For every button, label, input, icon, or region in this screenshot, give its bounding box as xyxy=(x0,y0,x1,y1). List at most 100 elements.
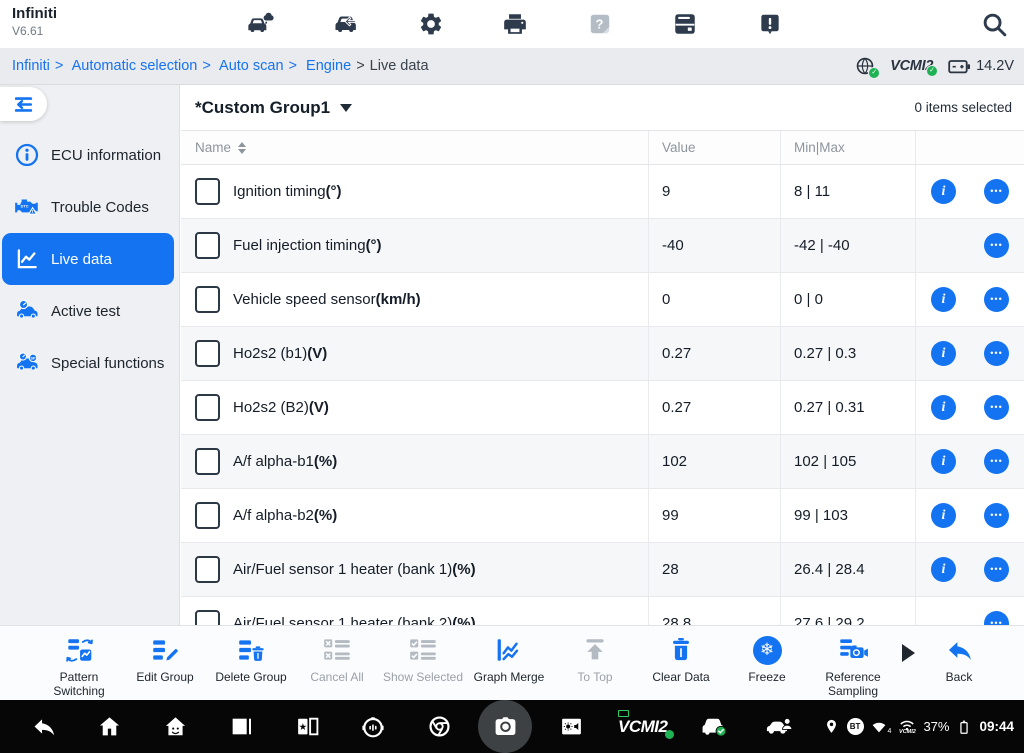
row-checkbox[interactable] xyxy=(195,394,220,421)
info-icon: i xyxy=(942,185,946,199)
more-options-button[interactable]: ••• xyxy=(984,233,1009,258)
parameter-minmax: -42 | -40 xyxy=(780,219,915,272)
sidebar-item-label: ECU information xyxy=(51,147,161,164)
show-selected-icon xyxy=(407,633,439,667)
info-button[interactable]: i xyxy=(931,449,956,474)
network-status: ✓ xyxy=(855,56,875,76)
row-checkbox[interactable] xyxy=(195,286,220,313)
sidebar-item[interactable]: Active test xyxy=(0,285,180,337)
breadcrumb-link[interactable]: Engine xyxy=(306,58,351,74)
table-row[interactable]: Vehicle speed sensor(km/h) 0 0 | 0 i ••• xyxy=(181,273,1024,327)
toolbar-button-label: Cancel All xyxy=(310,670,363,684)
delete-group-icon xyxy=(235,633,267,667)
sidebar-item[interactable]: Live data xyxy=(2,233,174,285)
vehicle-swap-icon[interactable] xyxy=(328,9,364,39)
info-button[interactable]: i xyxy=(931,503,956,528)
more-options-button[interactable]: ••• xyxy=(984,557,1009,582)
nav-assistant-icon[interactable] xyxy=(350,707,396,747)
more-options-button[interactable]: ••• xyxy=(984,611,1009,625)
table-row[interactable]: Air/Fuel sensor 1 heater (bank 2)(%) 28.… xyxy=(181,597,1024,625)
row-checkbox[interactable] xyxy=(195,232,220,259)
more-options-button[interactable]: ••• xyxy=(984,449,1009,474)
toolbar-button[interactable]: Pattern Switching xyxy=(36,633,122,699)
info-button[interactable]: i xyxy=(931,179,956,204)
nav-car-person-icon[interactable] xyxy=(757,707,803,747)
sidebar-item[interactable]: SP Special functions xyxy=(0,337,180,389)
breadcrumb-separator: > xyxy=(55,58,63,74)
vehicle-cloud-icon[interactable] xyxy=(243,9,279,39)
more-options-button[interactable]: ••• xyxy=(984,341,1009,366)
back-button[interactable]: Back xyxy=(916,633,1002,684)
row-checkbox[interactable] xyxy=(195,448,220,475)
table-row[interactable]: Air/Fuel sensor 1 heater (bank 1)(%) 28 … xyxy=(181,543,1024,597)
navbar-vci-app[interactable]: VCMI2 xyxy=(618,717,667,737)
table-row[interactable]: Fuel injection timing(°) -40 -42 | -40 i… xyxy=(181,219,1024,273)
live-data-table: Ignition timing(°) 9 8 | 11 i ••• xyxy=(181,165,1024,625)
group-selector[interactable]: *Custom Group1 xyxy=(195,98,352,118)
nav-home-icon[interactable] xyxy=(86,707,132,747)
table-row[interactable]: A/f alpha-b1(%) 102 102 | 105 i ••• xyxy=(181,435,1024,489)
table-row[interactable]: A/f alpha-b2(%) 99 99 | 103 i ••• xyxy=(181,489,1024,543)
toolbar-button[interactable]: Edit Group xyxy=(122,633,208,684)
breadcrumb-link[interactable]: Infiniti xyxy=(12,58,50,74)
row-checkbox[interactable] xyxy=(195,178,220,205)
help-icon[interactable]: ? xyxy=(582,9,618,39)
info-button[interactable]: i xyxy=(931,557,956,582)
sidebar-collapse-button[interactable] xyxy=(0,87,47,121)
sidebar-item[interactable]: ECU information xyxy=(0,129,180,181)
ellipsis-icon: ••• xyxy=(990,241,1002,250)
nav-camera-icon[interactable] xyxy=(478,700,532,753)
info-button[interactable]: i xyxy=(931,287,956,312)
more-options-button[interactable]: ••• xyxy=(984,287,1009,312)
row-checkbox[interactable] xyxy=(195,556,220,583)
more-options-button[interactable]: ••• xyxy=(984,179,1009,204)
status-cluster: BT 4 VCMI2 37% 09:44 xyxy=(823,718,1014,736)
data-save-icon[interactable] xyxy=(667,9,703,39)
nav-back-icon[interactable] xyxy=(20,707,66,747)
search-icon[interactable] xyxy=(981,11,1008,38)
svg-text:DTC: DTC xyxy=(21,203,29,208)
row-checkbox[interactable] xyxy=(195,610,220,625)
battery-v-icon xyxy=(956,719,972,735)
info-button[interactable]: i xyxy=(931,395,956,420)
toolbar-button[interactable]: Clear Data xyxy=(638,633,724,684)
parameter-value: 0 xyxy=(648,273,780,326)
ellipsis-icon: ••• xyxy=(990,565,1002,574)
toolbar-expand-arrow-icon[interactable] xyxy=(902,644,915,662)
nav-car-check-icon[interactable] xyxy=(691,707,737,747)
nav-chrome-icon[interactable] xyxy=(416,707,462,747)
parameter-minmax: 0.27 | 0.31 xyxy=(780,381,915,434)
chevron-down-icon xyxy=(340,104,352,112)
breadcrumb-item: Engine> xyxy=(306,58,351,74)
parameter-value: 102 xyxy=(648,435,780,488)
toolbar-button[interactable]: Cancel All xyxy=(294,633,380,684)
toolbar-button[interactable]: Show Selected xyxy=(380,633,466,684)
info-button[interactable]: i xyxy=(931,341,956,366)
toolbar-button[interactable]: ❄ Freeze xyxy=(724,633,810,684)
nav-recents-icon[interactable] xyxy=(218,707,264,747)
toolbar-button[interactable]: Graph Merge xyxy=(466,633,552,684)
parameter-value: 9 xyxy=(648,165,780,218)
sidebar-item[interactable]: DTC! Trouble Codes xyxy=(0,181,180,233)
nav-display-icon[interactable] xyxy=(548,707,594,747)
settings-gear-icon[interactable] xyxy=(413,9,449,39)
more-options-button[interactable]: ••• xyxy=(984,503,1009,528)
nav-favorites-icon[interactable]: ★ xyxy=(284,707,330,747)
row-checkbox[interactable] xyxy=(195,502,220,529)
row-checkbox[interactable] xyxy=(195,340,220,367)
table-row[interactable]: Ignition timing(°) 9 8 | 11 i ••• xyxy=(181,165,1024,219)
parameter-value: 99 xyxy=(648,489,780,542)
toolbar-button[interactable]: To Top xyxy=(552,633,638,684)
report-icon[interactable] xyxy=(752,9,788,39)
toolbar-button[interactable]: Reference Sampling xyxy=(810,633,896,699)
more-options-button[interactable]: ••• xyxy=(984,395,1009,420)
printer-icon[interactable] xyxy=(497,9,533,39)
connection-status-group: ✓ VCMI2 ✓ 14.2V xyxy=(855,48,1014,84)
column-header-name[interactable]: Name xyxy=(181,131,648,164)
breadcrumb-link[interactable]: Auto scan xyxy=(219,58,284,74)
table-row[interactable]: Ho2s2 (B2)(V) 0.27 0.27 | 0.31 i ••• xyxy=(181,381,1024,435)
nav-home-android-icon[interactable] xyxy=(152,707,198,747)
table-row[interactable]: Ho2s2 (b1)(V) 0.27 0.27 | 0.3 i ••• xyxy=(181,327,1024,381)
toolbar-button[interactable]: Delete Group xyxy=(208,633,294,684)
breadcrumb-link[interactable]: Automatic selection xyxy=(72,58,198,74)
